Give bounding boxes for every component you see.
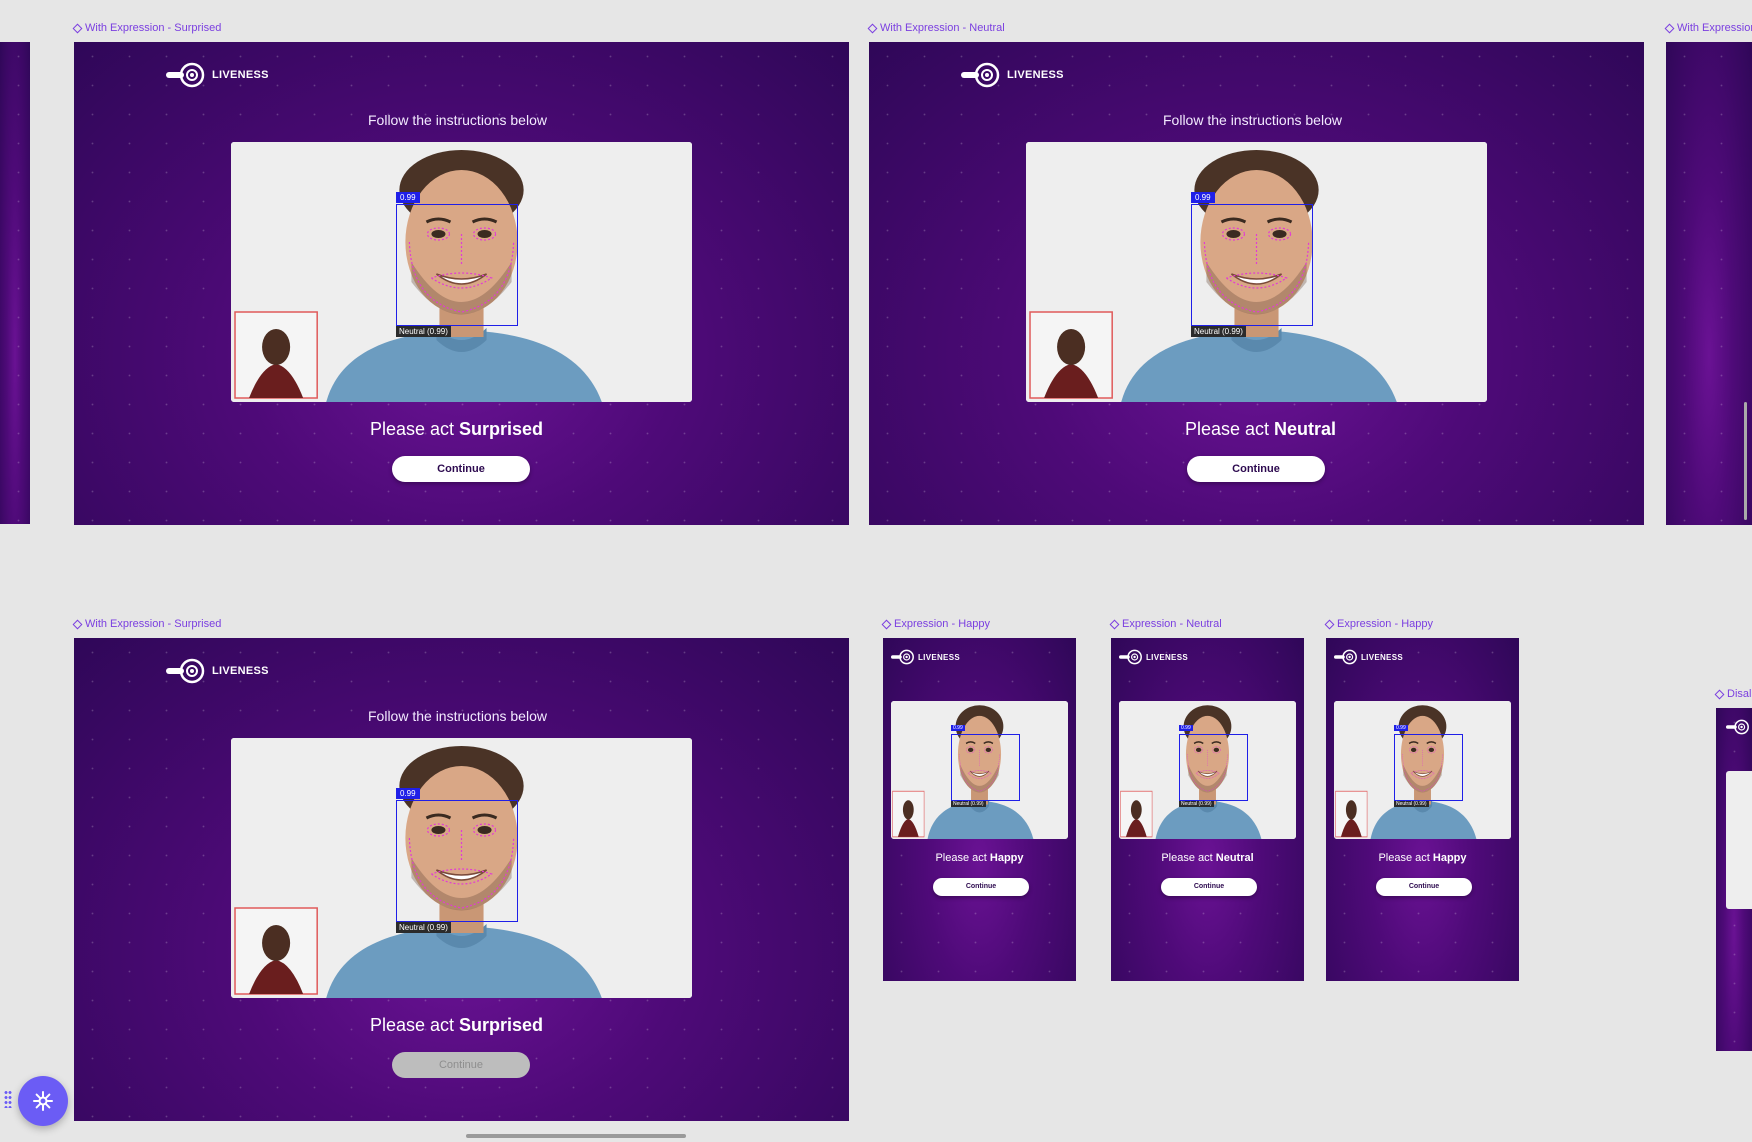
face-score-badge: 0.99 bbox=[1179, 725, 1193, 731]
frame-label[interactable]: With Expression - Surprised bbox=[72, 618, 221, 630]
camera-preview: 0.99 Neutral (0.99) bbox=[231, 738, 692, 998]
face-bounding-box bbox=[1179, 734, 1248, 801]
liveness-logo-icon bbox=[961, 62, 1001, 88]
liveness-frame-mobile: LIVENESS 0.99 Neutral (0.99) Please act … bbox=[883, 638, 1076, 981]
diamond-icon bbox=[1664, 23, 1675, 33]
snowflake-icon bbox=[33, 1091, 53, 1111]
brand-logo: LIVENESS bbox=[166, 658, 269, 684]
expression-prompt: Please act Surprised bbox=[369, 419, 544, 439]
expression-prompt: Please act Neutral bbox=[1184, 419, 1337, 439]
liveness-frame-partial bbox=[1716, 708, 1752, 1051]
instruction-text: Follow the instructions below bbox=[1163, 112, 1342, 128]
liveness-logo-icon bbox=[166, 658, 206, 684]
liveness-frame-mobile: LIVENESS 0.99 Neutral (0.99) Please act … bbox=[1326, 638, 1519, 981]
instruction-text: Follow the instructions below bbox=[368, 708, 547, 724]
liveness-frame-partial bbox=[1666, 42, 1752, 525]
frame-label[interactable]: With Expression - Surprised bbox=[72, 22, 221, 34]
frame-label[interactable]: Expression - Happy bbox=[881, 618, 990, 630]
liveness-logo-icon bbox=[1119, 649, 1143, 665]
liveness-logo-icon bbox=[891, 649, 915, 665]
plugin-fab-button[interactable] bbox=[18, 1076, 68, 1126]
continue-button-disabled[interactable]: Continue bbox=[392, 1052, 530, 1078]
face-label-badge: Neutral (0.99) bbox=[396, 922, 451, 933]
liveness-logo-icon bbox=[166, 62, 206, 88]
camera-preview: 0.99 Neutral (0.99) bbox=[1026, 142, 1487, 402]
camera-preview bbox=[1726, 771, 1752, 909]
face-score-badge: 0.99 bbox=[1191, 192, 1215, 203]
frame-partial-left bbox=[0, 42, 30, 524]
face-bounding-box bbox=[1394, 734, 1463, 801]
continue-button[interactable]: Continue bbox=[1161, 878, 1257, 896]
liveness-logo-icon bbox=[1726, 719, 1750, 735]
expression-prompt: Please act Surprised bbox=[369, 1015, 544, 1035]
liveness-frame-mobile: LIVENESS 0.99 Neutral (0.99) Please act … bbox=[1111, 638, 1304, 981]
camera-preview: 0.99 Neutral (0.99) bbox=[1119, 701, 1296, 839]
face-bounding-box bbox=[396, 800, 518, 922]
liveness-frame-desktop: LIVENESS Follow the instructions below 0… bbox=[869, 42, 1644, 525]
horizontal-scrollbar[interactable] bbox=[466, 1134, 686, 1138]
diamond-icon bbox=[1324, 619, 1335, 629]
diamond-icon bbox=[881, 619, 892, 629]
brand-logo: LIVENESS bbox=[891, 649, 960, 665]
face-label-badge: Neutral (0.99) bbox=[1179, 801, 1214, 807]
diamond-icon bbox=[72, 619, 83, 629]
face-bounding-box bbox=[1191, 204, 1313, 326]
camera-preview: 0.99 Neutral (0.99) bbox=[891, 701, 1068, 839]
drag-handle-icon[interactable] bbox=[4, 1090, 12, 1108]
camera-preview: 0.99 Neutral (0.99) bbox=[1334, 701, 1511, 839]
liveness-frame-desktop-disabled: LIVENESS Follow the instructions below 0… bbox=[74, 638, 849, 1121]
camera-preview: 0.99 Neutral (0.99) bbox=[231, 142, 692, 402]
liveness-frame-desktop: LIVENESS Follow the instructions below 0… bbox=[74, 42, 849, 525]
face-score-badge: 0.99 bbox=[951, 725, 965, 731]
frame-label[interactable]: Expression - Happy bbox=[1324, 618, 1433, 630]
face-bounding-box bbox=[396, 204, 518, 326]
face-bounding-box bbox=[951, 734, 1020, 801]
face-label-badge: Neutral (0.99) bbox=[396, 326, 451, 337]
frame-label[interactable]: Expression - Neutral bbox=[1109, 618, 1222, 630]
face-label-badge: Neutral (0.99) bbox=[1191, 326, 1246, 337]
face-label-badge: Neutral (0.99) bbox=[1394, 801, 1429, 807]
brand-logo: LIVENESS bbox=[1334, 649, 1403, 665]
continue-button[interactable]: Continue bbox=[933, 878, 1029, 896]
expression-prompt: Please act Neutral bbox=[1161, 852, 1254, 864]
continue-button[interactable]: Continue bbox=[1376, 878, 1472, 896]
frame-label[interactable]: Disal bbox=[1714, 688, 1751, 700]
diamond-icon bbox=[1714, 689, 1725, 699]
diamond-icon bbox=[1109, 619, 1120, 629]
instruction-text: Follow the instructions below bbox=[368, 112, 547, 128]
brand-logo: LIVENESS bbox=[961, 62, 1064, 88]
vertical-scrollbar[interactable] bbox=[1744, 402, 1747, 520]
brand-logo: LIVENESS bbox=[166, 62, 269, 88]
frame-label[interactable]: With Expression - Neutral bbox=[867, 22, 1005, 34]
face-label-badge: Neutral (0.99) bbox=[951, 801, 986, 807]
expression-prompt: Please act Happy bbox=[935, 852, 1024, 864]
liveness-logo-icon bbox=[1334, 649, 1358, 665]
face-score-badge: 0.99 bbox=[1394, 725, 1408, 731]
face-score-badge: 0.99 bbox=[396, 192, 420, 203]
expression-prompt: Please act Happy bbox=[1378, 852, 1467, 864]
continue-button[interactable]: Continue bbox=[1187, 456, 1325, 482]
frame-label[interactable]: With Expression bbox=[1664, 22, 1752, 34]
brand-logo: LIVENESS bbox=[1119, 649, 1188, 665]
diamond-icon bbox=[72, 23, 83, 33]
face-score-badge: 0.99 bbox=[396, 788, 420, 799]
diamond-icon bbox=[867, 23, 878, 33]
continue-button[interactable]: Continue bbox=[392, 456, 530, 482]
